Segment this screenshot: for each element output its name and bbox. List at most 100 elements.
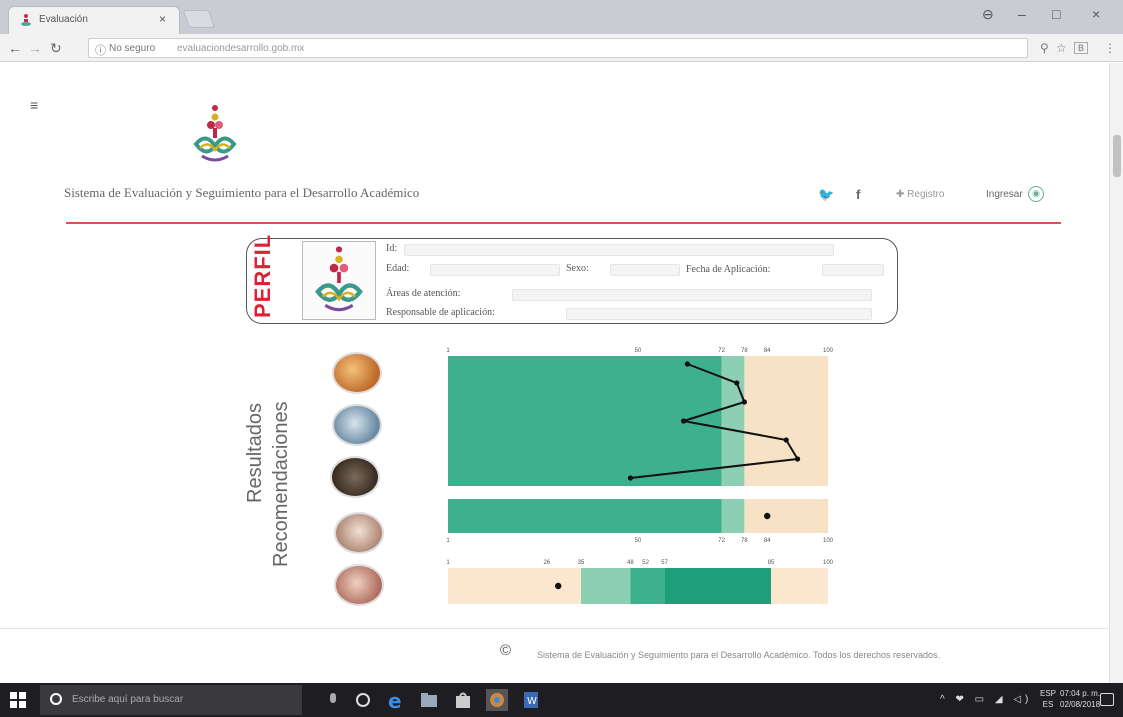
chart1-tick-label: 1 [446,348,450,354]
zoom-icon[interactable]: ⚲ [1040,41,1049,55]
chart3-band-3 [630,568,665,604]
area-photo-2[interactable] [332,404,382,446]
minimize-icon[interactable]: – [1018,6,1026,22]
chart3-tick-label: 48 [627,560,634,566]
results-chart: 1 50 72 78 84 100 1 50 72 78 84 100 1 26 35 48 52 57 85 100 [446,348,834,604]
url-text[interactable]: evaluaciondesarrollo.gob.mx [177,43,304,54]
security-label: No seguro [109,43,156,54]
chart2-tick-label: 78 [741,538,748,544]
store-icon[interactable] [452,689,474,711]
browser-toolbar: ← → ↻ ⓘ No seguro evaluaciondesarrollo.g… [0,34,1123,62]
chart1-point-1 [684,361,690,367]
word-icon[interactable]: W [520,689,542,711]
reload-icon[interactable]: ↻ [50,40,62,57]
chart2-band-2 [721,499,745,533]
chart3-tick-label: 26 [543,560,550,566]
areas-label: Áreas de atención: [386,288,461,299]
responsable-label: Responsable de aplicación: [386,307,495,318]
area-photo-3[interactable] [330,456,380,498]
copyright-icon: © [500,642,512,659]
facebook-icon[interactable]: f [856,187,860,202]
info-icon[interactable]: ⓘ [95,42,106,58]
chart2-tick-label: 100 [823,538,834,544]
tab-close-icon[interactable]: × [159,12,166,26]
chart1-tick-label: 72 [718,348,725,354]
svg-text:e: e [388,689,402,711]
chart2-tick-label: 1 [446,538,450,544]
cortana-icon [50,693,62,705]
notifications-icon[interactable] [1100,693,1114,706]
new-tab-button[interactable] [182,10,216,28]
recommendations-title: Recomendaciones [270,401,292,567]
chart3-band-2 [581,568,631,604]
site-favicon-icon [21,14,31,26]
chart1-tick-label: 78 [741,348,748,354]
language-indicator[interactable]: ESP ES [1040,688,1056,710]
chart2-tick-label: 72 [718,538,725,544]
id-label: Id: [386,243,398,254]
sexo-label: Sexo: [566,263,589,274]
chart1-tick-label: 50 [635,348,642,354]
browser-tab-strip: Evaluación × ⊖ – □ × [0,0,1123,34]
chart3-band-4 [664,568,771,604]
chart1-band-1 [448,356,722,486]
svg-text:W: W [527,696,537,707]
browser-tab[interactable]: Evaluación × [8,6,180,34]
edad-label: Edad: [386,263,410,274]
register-link[interactable]: ✚ Registro [896,189,944,200]
chart2-tick-label: 84 [764,538,771,544]
areas-field [512,289,872,301]
chart3-score-dot [555,582,562,590]
login-link[interactable]: Ingresar [986,189,1023,200]
chart1-point-4 [681,418,687,424]
microphone-icon[interactable] [322,689,344,711]
page-scrollbar[interactable] [1109,63,1123,683]
results-title: Resultados [244,402,266,503]
profile-icon[interactable]: ⊖ [982,6,994,23]
windows-taskbar: Escribe aquí para buscar e W ^ ❤ ▭ ◢ ◁) … [0,683,1123,717]
maximize-icon[interactable]: □ [1052,6,1060,22]
language-code: ESP [1040,689,1057,698]
user-icon[interactable]: ◉ [1028,186,1044,202]
site-title: Sistema de Evaluación y Seguimiento para… [64,185,420,200]
clock-time: 07:04 p. m. [1060,689,1101,698]
area-photo-4[interactable] [334,512,384,554]
footer-divider [0,628,1109,629]
windows-start-icon[interactable] [10,692,26,708]
chart3-tick-label: 57 [661,560,668,566]
tab-title: Evaluación [39,14,88,25]
system-tray-icons[interactable]: ^ ❤ ▭ ◢ ◁) [940,694,1032,705]
header-divider [66,222,1061,224]
page: Evaluación × ⊖ – □ × ← → ↻ ⓘ No seguro e… [0,0,1123,717]
file-explorer-icon[interactable] [418,689,440,711]
chart1-band-3 [744,356,828,486]
fecha-field [822,264,884,276]
forward-icon[interactable]: → [28,40,42,56]
taskbar-search[interactable]: Escribe aquí para buscar [40,685,302,715]
close-window-icon[interactable]: × [1092,6,1100,22]
twitter-icon[interactable]: 🐦 [818,187,834,203]
bookmark-star-icon[interactable]: ☆ [1056,41,1067,55]
profile-logo-image [315,246,363,312]
chrome-icon[interactable] [486,689,508,711]
edge-icon[interactable]: e [384,689,406,711]
edad-field [430,264,560,276]
chart2-score-dot [764,512,771,520]
chart2-tick-label: 50 [635,538,642,544]
chart1-point-3 [741,399,747,405]
area-photo-1[interactable] [332,352,382,394]
scrollbar-thumb[interactable] [1113,135,1121,177]
hamburger-menu-icon[interactable]: ≡ [30,97,38,113]
extension-icon[interactable]: B [1074,42,1089,54]
clock[interactable]: 07:04 p. m. 02/08/2018 [1060,688,1100,710]
address-bar[interactable]: ⓘ No seguro evaluaciondesarrollo.gob.mx [88,38,1028,58]
chart1-point-2 [734,380,740,386]
area-photo-5[interactable] [334,564,384,606]
fecha-label: Fecha de Aplicación: [686,264,771,275]
task-view-icon[interactable] [352,689,374,711]
chart3-tick-label: 1 [446,560,450,566]
taskbar-search-placeholder: Escribe aquí para buscar [72,694,184,705]
browser-menu-icon[interactable]: ⋮ [1104,41,1116,55]
chart1-point-7 [627,475,633,481]
back-icon[interactable]: ← [8,40,22,56]
